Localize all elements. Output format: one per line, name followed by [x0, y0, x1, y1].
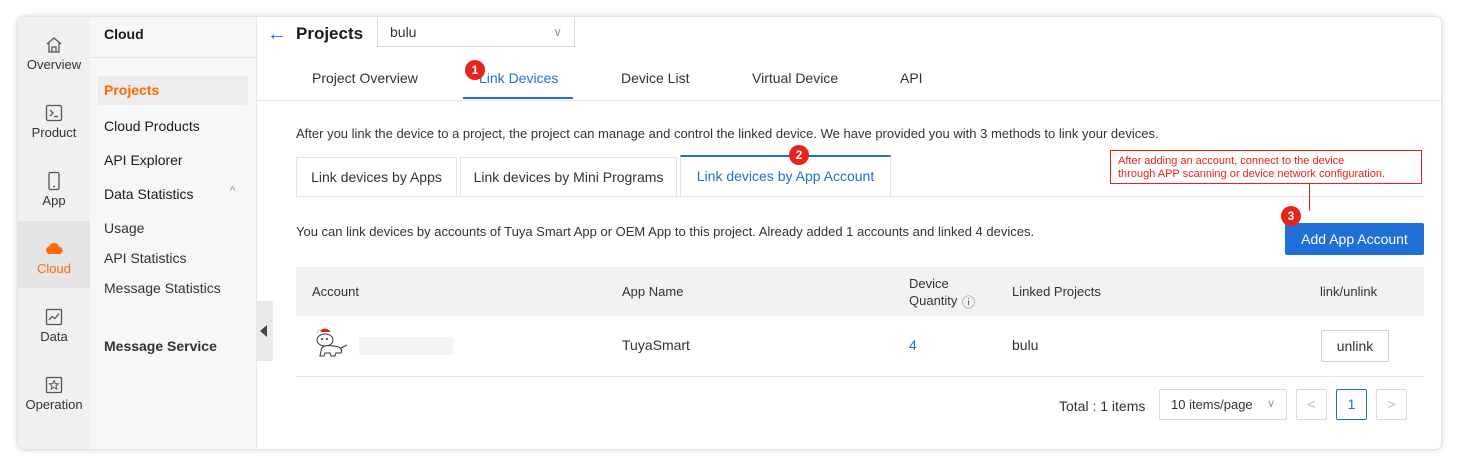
cell-app-name: TuyaSmart: [622, 337, 690, 353]
main-content: ← Projects bulu ∨ Project Overview Link …: [257, 17, 1441, 449]
table-row: TuyaSmart 4 bulu unlink: [296, 316, 1424, 377]
rail-item-cloud[interactable]: Cloud: [18, 221, 90, 288]
col-link-unlink: link/unlink: [1320, 284, 1378, 299]
account-name-redacted: [359, 337, 453, 355]
home-icon: [46, 37, 62, 53]
step-badge-1: 1: [465, 60, 485, 80]
side-menu: Cloud Projects Cloud Products API Explor…: [90, 17, 257, 449]
rail-item-data[interactable]: Data: [18, 289, 90, 356]
menu-item-api-explorer[interactable]: API Explorer: [104, 152, 183, 168]
step-badge-2: 2: [789, 145, 809, 165]
annotation-line-1: After adding an account, connect to the …: [1118, 155, 1345, 167]
back-arrow-icon[interactable]: ←: [267, 23, 287, 46]
cell-linked-projects: bulu: [1012, 337, 1039, 353]
menu-item-message-statistics[interactable]: Message Statistics: [104, 280, 221, 296]
table-header: Account App Name Device Quantity ⓘ Linke…: [296, 267, 1424, 316]
chart-icon: [45, 308, 63, 326]
chevron-down-icon: ∨: [553, 25, 562, 39]
menu-item-projects[interactable]: Projects: [98, 76, 248, 105]
tab-link-by-app-account[interactable]: Link devices by App Account: [680, 155, 891, 196]
mobile-icon: [48, 171, 60, 191]
project-select[interactable]: bulu ∨: [377, 17, 575, 47]
active-tab-indicator: [463, 97, 573, 99]
rail-label: Operation: [25, 397, 83, 412]
menu-item-usage[interactable]: Usage: [104, 220, 144, 236]
col-account: Account: [312, 284, 359, 299]
tab-link-by-mini-programs[interactable]: Link devices by Mini Programs: [460, 157, 677, 196]
menu-item-api-statistics[interactable]: API Statistics: [104, 250, 186, 266]
project-tabs: Project Overview Link Devices Device Lis…: [257, 62, 1441, 101]
page-title: Projects: [296, 24, 364, 43]
rail-item-operation[interactable]: Operation: [18, 357, 90, 424]
terminal-icon: [45, 104, 63, 122]
project-select-value: bulu: [390, 24, 417, 40]
left-rail: Overview Product App Cloud Data Operatio…: [18, 17, 90, 449]
chevron-up-icon: ^: [230, 185, 236, 197]
tab-project-overview[interactable]: Project Overview: [312, 70, 418, 86]
annotation-callout: After adding an account, connect to the …: [1110, 150, 1422, 184]
tab-device-list[interactable]: Device List: [621, 70, 689, 86]
next-page-button[interactable]: >: [1376, 389, 1407, 420]
tab-api[interactable]: API: [900, 70, 923, 86]
menu-item-message-service[interactable]: Message Service: [104, 338, 217, 354]
col-app-name: App Name: [622, 284, 684, 299]
avatar: [316, 328, 348, 357]
unlink-button[interactable]: unlink: [1321, 330, 1389, 362]
col-device-quantity-2: Quantity: [909, 293, 958, 308]
cell-device-quantity-link[interactable]: 4: [909, 337, 917, 353]
page-1-button[interactable]: 1: [1336, 389, 1367, 420]
menu-divider: [90, 57, 256, 58]
rail-label: Data: [40, 329, 68, 344]
rail-item-overview[interactable]: Overview: [18, 17, 90, 84]
menu-title: Cloud: [104, 26, 144, 42]
cloud-icon: [46, 243, 63, 254]
page-size-value: 10 items/page: [1171, 397, 1253, 412]
pagination-total: Total : 1 items: [1059, 398, 1146, 414]
menu-item-cloud-products[interactable]: Cloud Products: [104, 118, 200, 134]
prev-page-button[interactable]: <: [1296, 389, 1327, 420]
rail-item-product[interactable]: Product: [18, 85, 90, 152]
annotation-line-2: through APP scanning or device network c…: [1118, 168, 1386, 180]
col-linked-projects: Linked Projects: [1012, 284, 1101, 299]
rail-label: Overview: [26, 57, 82, 72]
tab-link-devices[interactable]: Link Devices: [479, 70, 558, 86]
tab-link-by-apps[interactable]: Link devices by Apps: [296, 157, 457, 196]
col-device-quantity: Device: [909, 276, 949, 291]
add-app-account-button[interactable]: Add App Account: [1285, 223, 1424, 255]
info-text: You can link devices by accounts of Tuya…: [296, 224, 1035, 239]
rail-label: App: [42, 193, 66, 208]
annotation-connector: [1309, 184, 1310, 211]
star-icon: [45, 376, 63, 394]
menu-item-data-statistics[interactable]: Data Statistics ^: [104, 185, 235, 202]
tab-virtual-device[interactable]: Virtual Device: [752, 70, 838, 86]
info-icon[interactable]: ⓘ: [962, 292, 975, 311]
rail-label: Cloud: [37, 261, 71, 276]
intro-text: After you link the device to a project, …: [296, 126, 1159, 141]
step-badge-3: 3: [1281, 206, 1301, 226]
menu-item-label: Data Statistics: [104, 186, 194, 202]
chevron-down-icon: ∨: [1266, 398, 1275, 410]
rail-item-app[interactable]: App: [18, 153, 90, 220]
app-window: Overview Product App Cloud Data Operatio…: [18, 17, 1441, 449]
rail-label: Product: [31, 125, 77, 140]
page-size-select[interactable]: 10 items/page ∨: [1159, 389, 1287, 420]
